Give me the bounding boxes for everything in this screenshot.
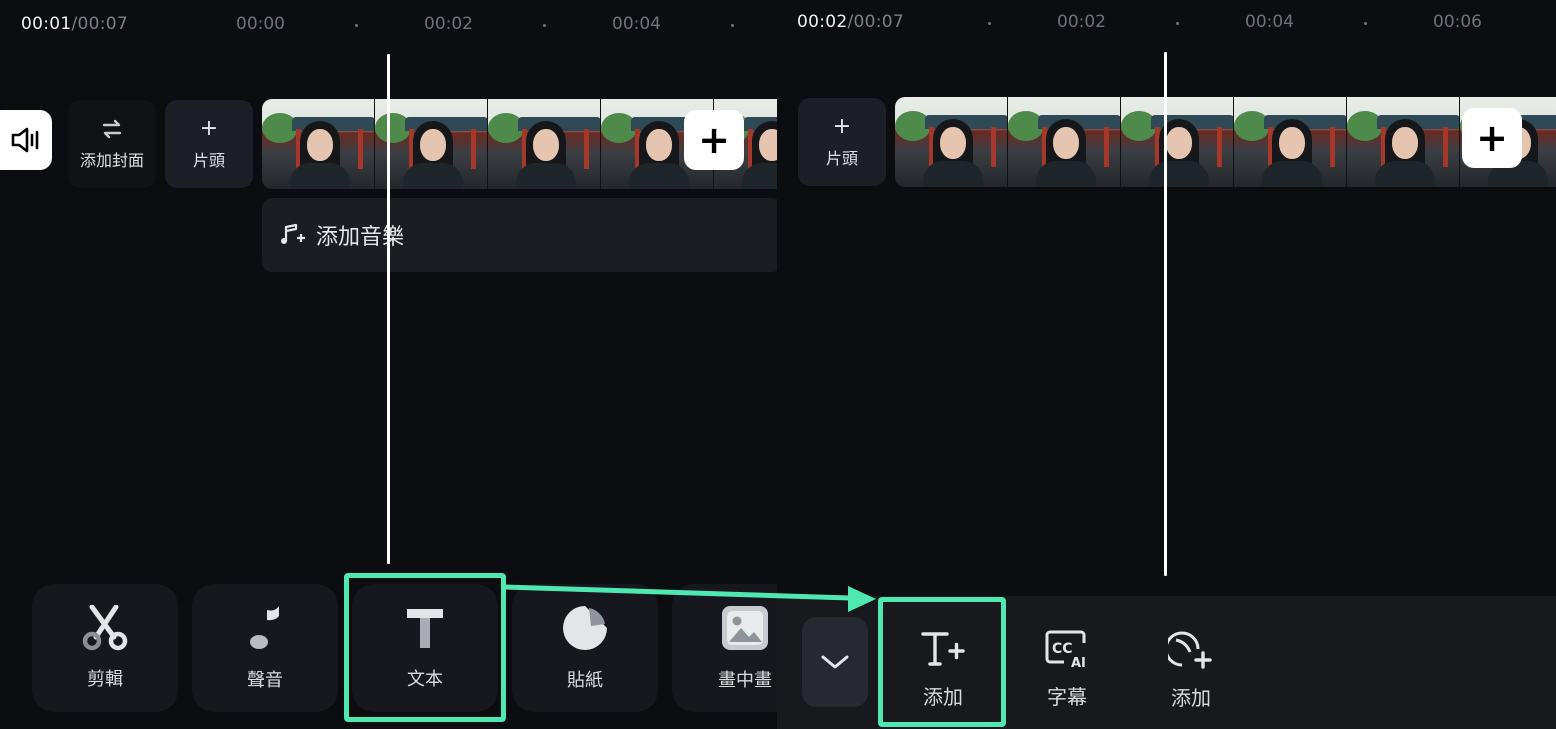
total-time: /00:07 [71,14,129,34]
video-clip[interactable] [895,97,1556,187]
ruler-tick: 00:04 [1245,12,1294,32]
current-time: 00:01 [21,14,72,34]
scissors-icon [82,605,128,651]
sticker-tool-label: 貼紙 [567,670,603,691]
clip-frame [1121,97,1234,187]
playhead[interactable] [1164,52,1167,576]
chevron-down-icon [821,655,849,669]
text-tool-label: 文本 [407,669,443,690]
pip-tool-label: 畫中畫 [718,670,772,691]
ruler-tick: 00:00 [236,14,285,34]
swap-arrows-icon [102,119,122,139]
cc-ai-icon: CC AI [1045,630,1086,669]
clip-frame [262,99,375,189]
collapse-button[interactable] [802,617,868,707]
text-t-icon [407,609,443,648]
left-screen: 00:01/00:07 00:00 00:02 00:04 添加封面 + 片頭 … [0,0,777,729]
audio-tool-label: 聲音 [247,670,283,691]
add-sticker-text-button[interactable]: 添加 [1141,624,1241,714]
sticker-icon [563,606,607,650]
add-sticker-text-label: 添加 [1171,685,1211,710]
clip-frame [1008,97,1121,187]
time-readout: 00:01/00:07 [21,14,128,34]
edit-tool-button[interactable]: 剪輯 [32,584,178,712]
captions-label: 字幕 [1047,684,1087,709]
ruler-tick: 00:04 [612,14,661,34]
ruler-dot [543,24,546,27]
plus-icon: + [832,114,852,139]
right-screen: 00:02/00:07 00:02 00:04 00:06 + 片頭 + 添加 [777,0,1556,729]
auto-captions-button[interactable]: CC AI 字幕 [1017,624,1117,714]
add-clip-button[interactable]: + [684,110,744,170]
sticker-add-icon [1168,631,1212,669]
add-cover-button[interactable]: 添加封面 [68,100,156,188]
clip-frame [1234,97,1347,187]
clip-frame [488,99,601,189]
clip-frame [1347,97,1460,187]
add-cover-label: 添加封面 [79,151,144,170]
intro-label: 片頭 [192,151,225,170]
music-note-plus-icon [281,223,305,244]
speaker-icon [11,127,39,153]
ruler-tick: 00:02 [424,14,473,34]
clip-frame [895,97,1008,187]
sticker-tool-button[interactable]: 貼紙 [512,584,658,712]
edit-tool-label: 剪輯 [87,669,123,690]
picture-in-picture-icon [722,606,768,650]
add-text-label: 添加 [923,684,963,709]
text-add-icon [921,631,965,666]
svg-text:CC: CC [1052,641,1073,657]
ruler-dot [731,24,734,27]
clip-frame [375,99,488,189]
plus-icon: + [698,118,730,162]
playhead[interactable] [387,54,390,564]
mute-button[interactable] [0,110,52,170]
ruler-dot [988,22,991,25]
ruler-tick: 00:06 [1433,12,1482,32]
plus-icon: + [1476,116,1508,160]
ruler-dot [1364,22,1367,25]
current-time: 00:02 [797,12,848,32]
add-music-track[interactable]: 添加音樂 [262,198,777,272]
total-time: /00:07 [847,12,905,32]
add-text-button[interactable]: 添加 [893,624,993,714]
ruler-tick: 00:02 [1057,12,1106,32]
plus-icon: + [199,116,219,141]
audio-tool-button[interactable]: 聲音 [192,584,338,712]
add-intro-button[interactable]: + 片頭 [165,100,253,188]
music-note-icon [250,606,279,649]
add-clip-button[interactable]: + [1462,108,1522,168]
intro-label: 片頭 [825,149,858,168]
ruler-dot [1176,22,1179,25]
ruler-dot [355,24,358,27]
svg-text:AI: AI [1071,656,1086,669]
add-music-label: 添加音樂 [316,225,405,250]
time-readout: 00:02/00:07 [797,12,904,32]
pip-tool-button[interactable]: 畫中畫 [672,584,777,712]
add-intro-button[interactable]: + 片頭 [798,98,886,186]
text-tool-button[interactable]: 文本 [352,584,498,712]
